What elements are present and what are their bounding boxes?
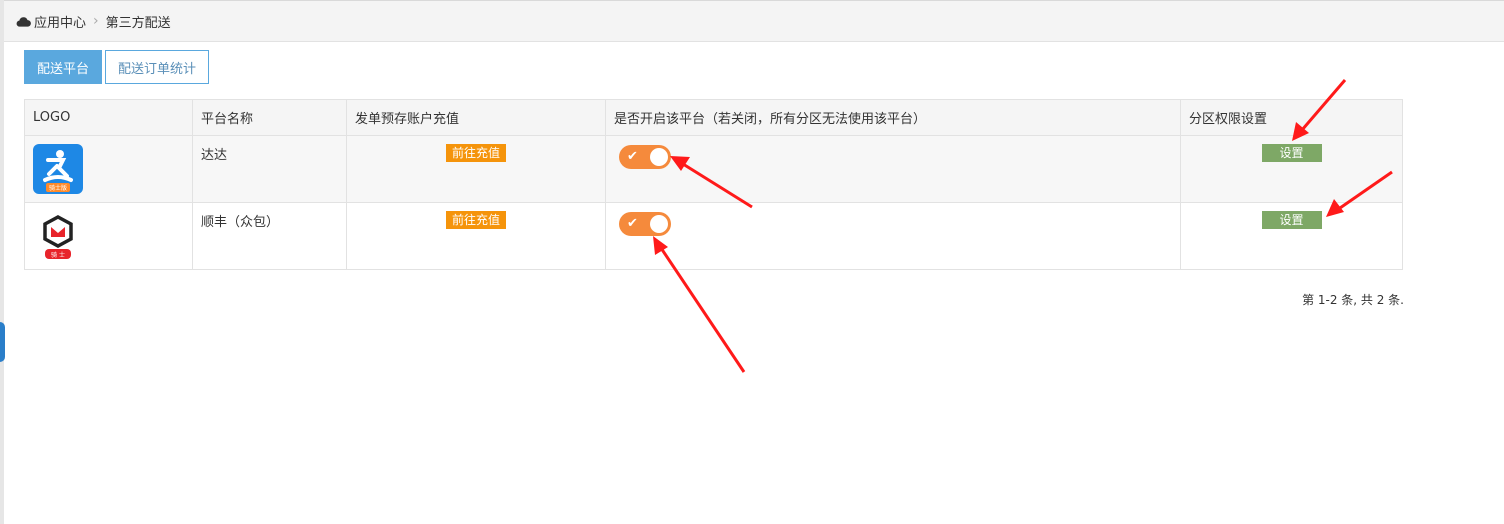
header-logo: LOGO xyxy=(24,99,193,136)
tab-delivery-platform[interactable]: 配送平台 xyxy=(24,50,103,84)
header-enable: 是否开启该平台（若关闭，所有分区无法使用该平台） xyxy=(605,99,1181,136)
cell-recharge: 前往充值 xyxy=(346,202,606,270)
cell-zone-permission: 设置 xyxy=(1180,135,1403,203)
cell-zone-permission: 设置 xyxy=(1180,202,1403,270)
cell-logo: 骑士版 xyxy=(24,135,193,203)
header-zone-permission: 分区权限设置 xyxy=(1180,99,1403,136)
enable-toggle[interactable]: ✔ xyxy=(619,145,671,169)
shunfeng-logo-text: 骑 士 xyxy=(51,251,65,259)
check-icon: ✔ xyxy=(627,216,638,231)
setting-button[interactable]: 设置 xyxy=(1261,144,1322,162)
pagination-summary: 第 1-2 条, 共 2 条. xyxy=(1302,293,1404,307)
tab-bar: 配送平台 配送订单统计 xyxy=(24,50,210,84)
cloud-icon xyxy=(16,16,31,27)
cell-enable: ✔ xyxy=(605,135,1181,203)
table-header-row: LOGO 平台名称 发单预存账户充值 是否开启该平台（若关闭，所有分区无法使用该… xyxy=(24,99,1403,136)
dada-logo-text: 骑士版 xyxy=(49,184,67,192)
platform-table: LOGO 平台名称 发单预存账户充值 是否开启该平台（若关闭，所有分区无法使用该… xyxy=(24,99,1403,270)
check-icon: ✔ xyxy=(627,149,638,164)
breadcrumb: 应用中心 › 第三方配送 xyxy=(4,0,1504,42)
side-collapse-handle[interactable] xyxy=(0,322,5,362)
cell-enable: ✔ xyxy=(605,202,1181,270)
enable-toggle[interactable]: ✔ xyxy=(619,212,671,236)
cell-platform-name: 顺丰（众包） xyxy=(192,202,347,270)
recharge-button[interactable]: 前往充值 xyxy=(445,144,506,162)
shunfeng-logo: 骑 士 xyxy=(33,211,83,261)
breadcrumb-current: 第三方配送 xyxy=(105,15,171,31)
cell-logo: 骑 士 xyxy=(24,202,193,270)
header-platform-name: 平台名称 xyxy=(192,99,347,136)
toggle-knob xyxy=(650,215,668,233)
tab-delivery-order-stats[interactable]: 配送订单统计 xyxy=(105,50,210,84)
cell-platform-name: 达达 xyxy=(192,135,347,203)
breadcrumb-root[interactable]: 应用中心 xyxy=(34,12,86,31)
table-row: 骑士版 达达 前往充值 ✔ 设置 xyxy=(24,135,1403,203)
cell-recharge: 前往充值 xyxy=(346,135,606,203)
left-edge-bar xyxy=(0,0,4,524)
table-row: 骑 士 顺丰（众包） 前往充值 ✔ 设置 xyxy=(24,202,1403,270)
recharge-button[interactable]: 前往充值 xyxy=(445,211,506,229)
setting-button[interactable]: 设置 xyxy=(1261,211,1322,229)
dada-logo: 骑士版 xyxy=(33,144,83,194)
toggle-knob xyxy=(650,148,668,166)
header-recharge: 发单预存账户充值 xyxy=(346,99,606,136)
breadcrumb-separator: › xyxy=(93,13,99,29)
